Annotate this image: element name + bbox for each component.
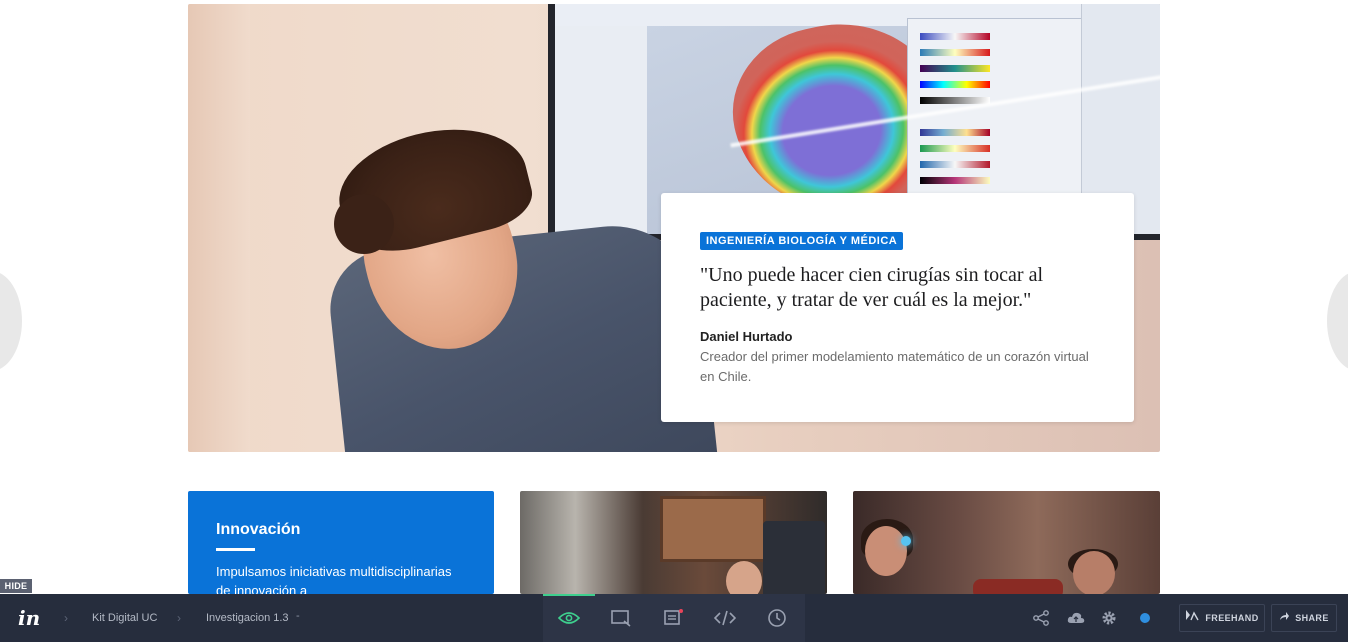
history-clock-icon[interactable]: [764, 606, 790, 630]
quote-text: "Uno puede hacer cien cirugías sin tocar…: [700, 264, 1044, 311]
breadcrumb-project[interactable]: Kit Digital UC: [92, 612, 157, 624]
title-underline: [216, 548, 255, 551]
card-image-students[interactable]: [853, 491, 1160, 594]
breadcrumb-separator-icon: ›: [177, 611, 181, 625]
status-dot[interactable]: [1140, 613, 1150, 623]
screen-icon[interactable]: [608, 606, 634, 630]
cloud-icon[interactable]: [1066, 608, 1086, 628]
category-tag[interactable]: INGENIERÍA BIOLOGÍA Y MÉDICA: [700, 232, 904, 250]
active-mode-indicator: [543, 594, 595, 596]
screen-dropdown-icon[interactable]: -: [296, 610, 300, 622]
breadcrumb-separator-icon: ›: [64, 611, 68, 625]
hide-toolbar-button[interactable]: HIDE: [0, 579, 32, 593]
card-innovacion[interactable]: Innovación Impulsamos iniciativas multid…: [188, 491, 494, 594]
code-icon[interactable]: [712, 606, 738, 630]
invision-logo[interactable]: in: [18, 607, 40, 629]
colormap-panel: [907, 18, 1083, 200]
share-nodes-icon[interactable]: [1031, 608, 1051, 628]
card-image-lab[interactable]: [520, 491, 827, 594]
gear-icon[interactable]: [1099, 608, 1119, 628]
background-wall: [188, 4, 250, 452]
card-title: Innovación: [216, 521, 301, 538]
quote-card: INGENIERÍA BIOLOGÍA Y MÉDICA "Uno puede …: [661, 193, 1134, 422]
author-description: Creador del primer modelamiento matemáti…: [700, 349, 1089, 384]
carousel-next-button[interactable]: [1327, 271, 1348, 371]
comment-icon[interactable]: [660, 606, 686, 630]
share-button[interactable]: SHARE: [1271, 604, 1337, 632]
freehand-label: FREEHAND: [1205, 613, 1259, 623]
card-text: Impulsamos iniciativas multidisciplinari…: [216, 564, 452, 594]
carousel-prev-button[interactable]: [0, 271, 22, 371]
preview-eye-icon[interactable]: [556, 606, 582, 630]
breadcrumb-screen[interactable]: Investigacion 1.3: [206, 612, 289, 624]
freehand-button[interactable]: FREEHAND: [1179, 604, 1265, 632]
share-arrow-icon: [1279, 604, 1290, 632]
quote-author: Daniel Hurtado: [700, 329, 793, 344]
share-label: SHARE: [1295, 613, 1329, 623]
freehand-icon: [1185, 604, 1199, 632]
